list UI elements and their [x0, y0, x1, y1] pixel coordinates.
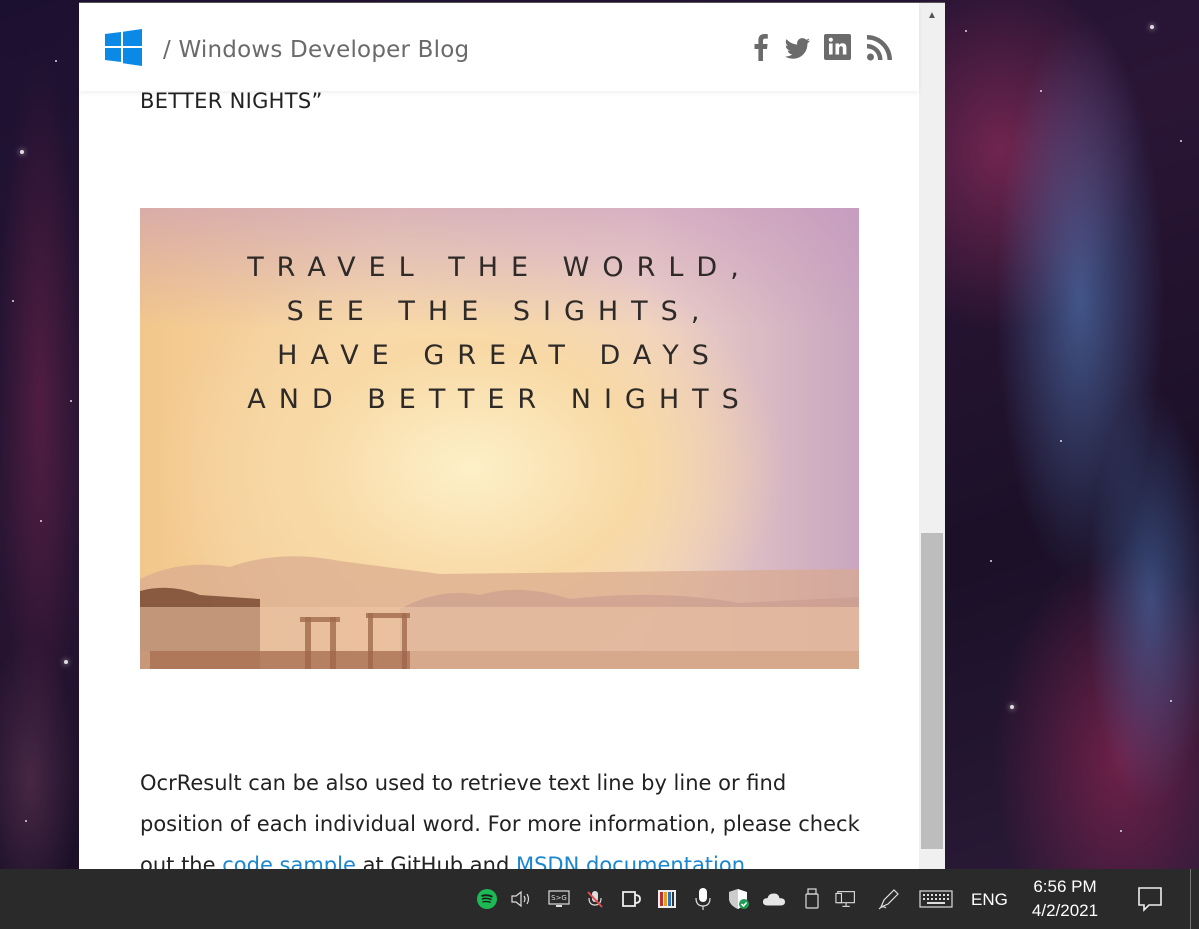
usb-icon[interactable] — [800, 887, 824, 911]
blog-title[interactable]: / Windows Developer Blog — [163, 37, 469, 63]
spotify-icon[interactable] — [475, 887, 499, 911]
notification-center-icon[interactable] — [1136, 885, 1164, 913]
microphone-muted-icon[interactable] — [583, 887, 607, 911]
clock-date: 4/2/2021 — [1031, 901, 1099, 920]
show-desktop-button[interactable] — [1190, 869, 1191, 929]
quote-line-1: TRAVEL THE WORLD, — [247, 252, 752, 283]
security-icon[interactable] — [727, 887, 751, 911]
code-sample-link[interactable]: code sample — [222, 853, 356, 870]
article-image: TRAVEL THE WORLD, SEE THE SIGHTS, HAVE G… — [140, 208, 859, 669]
onedrive-icon[interactable] — [762, 887, 786, 911]
keyboard-icon[interactable] — [918, 887, 954, 911]
paragraph-text-middle: at GitHub and — [355, 853, 516, 870]
facebook-icon[interactable] — [753, 33, 769, 61]
app-icon[interactable] — [655, 887, 679, 911]
coffee-icon[interactable] — [619, 887, 643, 911]
msdn-documentation-link[interactable]: MSDN documentation — [516, 853, 745, 870]
landscape-graphic — [140, 556, 859, 669]
clock-time: 6:56 PM — [1033, 877, 1097, 896]
quote-line-3: HAVE GREAT DAYS — [277, 340, 722, 371]
taskbar: S>G ENG 6:56 PM 4/2/2021 — [0, 869, 1199, 929]
quote-line-2: SEE THE SIGHTS, — [286, 296, 713, 327]
quote-line-4: AND BETTER NIGHTS — [247, 384, 752, 415]
language-indicator[interactable]: ENG — [971, 890, 1008, 910]
vertical-scrollbar[interactable]: ▲ — [919, 3, 945, 870]
volume-icon[interactable] — [510, 887, 534, 911]
rss-icon[interactable] — [866, 33, 894, 61]
article-paragraph: OcrResult can be also used to retrieve t… — [140, 763, 860, 870]
linkedin-icon[interactable] — [824, 33, 852, 61]
network-icon[interactable] — [835, 887, 859, 911]
display-icon[interactable]: S>G — [547, 887, 571, 911]
previous-text: BETTER NIGHTS” — [140, 89, 323, 113]
svg-text:S>G: S>G — [551, 894, 567, 902]
site-header: / Windows Developer Blog — [79, 3, 919, 91]
twitter-icon[interactable] — [785, 33, 811, 61]
scroll-up-arrow-icon[interactable]: ▲ — [919, 3, 945, 27]
scrollbar-thumb[interactable] — [921, 533, 943, 849]
clock[interactable]: 6:56 PM 4/2/2021 — [1020, 875, 1110, 923]
pen-icon[interactable] — [877, 887, 901, 911]
microphone-icon[interactable] — [691, 887, 715, 911]
windows-logo-icon[interactable] — [105, 29, 142, 66]
browser-window: BETTER NIGHTS” TRAVEL THE WORLD, SEE THE… — [79, 2, 945, 870]
